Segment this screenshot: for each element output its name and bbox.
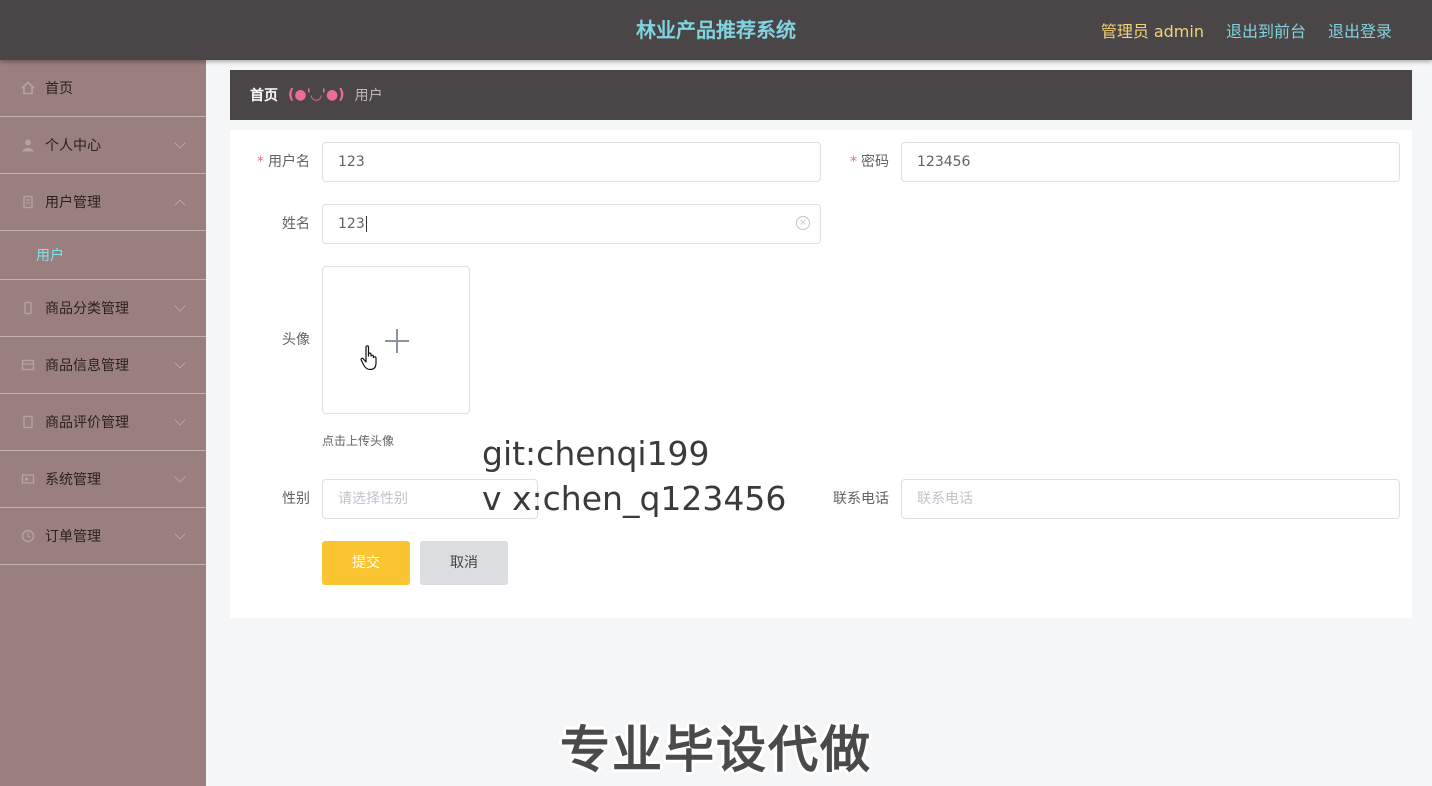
sidebar-item-label: 首页: [45, 81, 73, 97]
cancel-button[interactable]: 取消: [420, 541, 508, 585]
home-icon: [20, 80, 36, 96]
sidebar-item-review-management[interactable]: 商品评价管理: [0, 394, 206, 451]
watermark-git: git:chenqi199: [482, 434, 710, 473]
name-label: 姓名: [282, 216, 310, 232]
watermark-banner: 专业毕设代做: [560, 721, 872, 779]
plus-icon: [385, 329, 409, 353]
breadcrumb: 首页 (●'◡'●) 用户: [230, 70, 1412, 120]
phone-label: 联系电话: [833, 491, 889, 507]
submit-button[interactable]: 提交: [322, 541, 410, 585]
logout-link[interactable]: 退出登录: [1328, 18, 1392, 42]
sidebar-item-system-management[interactable]: 系统管理: [0, 451, 206, 508]
chevron-down-icon: [174, 300, 186, 312]
exit-to-front-link[interactable]: 退出到前台: [1226, 18, 1306, 42]
order-icon: [20, 528, 36, 544]
admin-name: admin: [1153, 22, 1204, 41]
users-icon: [20, 194, 36, 210]
sidebar-item-label: 商品信息管理: [45, 358, 129, 374]
sidebar-item-label: 个人中心: [45, 138, 101, 154]
sidebar-item-label: 订单管理: [45, 529, 101, 545]
text-caret: [365, 216, 367, 232]
comment-icon: [20, 414, 36, 430]
sidebar-item-label: 商品分类管理: [45, 301, 129, 317]
sidebar-item-user-management[interactable]: 用户管理: [0, 174, 206, 231]
clear-icon[interactable]: ×: [796, 216, 810, 230]
system-icon: [20, 471, 36, 487]
upload-hint: 点击上传头像: [322, 434, 395, 448]
chevron-down-icon: [174, 528, 186, 540]
watermark-wechat: v x:chen_q123456: [482, 479, 787, 518]
category-icon: [20, 300, 36, 316]
sidebar-item-goods-management[interactable]: 商品信息管理: [0, 337, 206, 394]
top-header: 林业产品推荐系统 管理员 admin 退出到前台 退出登录: [0, 0, 1432, 60]
hand-cursor-icon: [360, 345, 377, 371]
user-form: * 用户名 123 * 密码 123456 姓名 123 × 头像 点击上传头像 性…: [230, 130, 1412, 618]
avatar-upload[interactable]: [322, 266, 470, 414]
avatar-label: 头像: [282, 332, 310, 348]
sidebar-item-label: 商品评价管理: [45, 415, 129, 431]
chevron-down-icon: [174, 471, 186, 483]
chevron-up-icon: [174, 199, 186, 211]
sidebar-item-category-management[interactable]: 商品分类管理: [0, 280, 206, 337]
goods-icon: [20, 357, 36, 373]
password-label: * 密码: [850, 154, 889, 170]
admin-info: 管理员 admin: [1101, 18, 1204, 42]
username-label: * 用户名: [257, 154, 310, 170]
admin-role: 管理员: [1100, 22, 1149, 41]
breadcrumb-separator: (●'◡'●): [288, 87, 345, 103]
header-actions: 管理员 admin 退出到前台 退出登录: [1101, 0, 1392, 60]
name-input-value: 123: [338, 216, 365, 232]
chevron-down-icon: [174, 137, 186, 149]
gender-label: 性别: [282, 491, 310, 507]
breadcrumb-current: 用户: [354, 88, 383, 104]
chevron-down-icon: [174, 357, 186, 369]
sidebar-item-home[interactable]: 首页: [0, 60, 206, 117]
sidebar: 首页 个人中心 用户管理 用户 商品分类管理 商品信息管理 商品评价管理 系统管…: [0, 60, 206, 786]
sidebar-item-label: 系统管理: [45, 472, 101, 488]
username-input[interactable]: 123: [322, 142, 821, 182]
sidebar-item-profile[interactable]: 个人中心: [0, 117, 206, 174]
phone-input[interactable]: 联系电话: [901, 479, 1400, 519]
sidebar-subitem-user[interactable]: 用户: [0, 231, 206, 280]
breadcrumb-home[interactable]: 首页: [250, 85, 278, 105]
sidebar-item-label: 用户管理: [45, 195, 101, 211]
sidebar-item-order-management[interactable]: 订单管理: [0, 508, 206, 565]
user-icon: [20, 137, 36, 153]
chevron-down-icon: [174, 414, 186, 426]
name-input[interactable]: 123 ×: [322, 204, 821, 244]
password-input[interactable]: 123456: [901, 142, 1400, 182]
